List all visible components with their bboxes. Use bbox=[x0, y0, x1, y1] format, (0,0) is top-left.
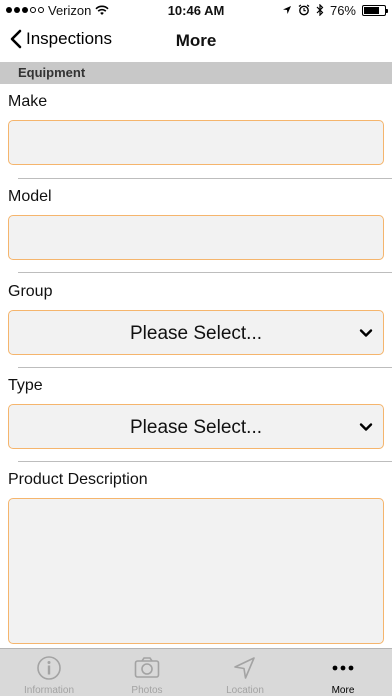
tab-bar: Information Photos Location More bbox=[0, 648, 392, 696]
tab-label: Location bbox=[226, 685, 264, 696]
divider bbox=[18, 178, 392, 179]
location-services-icon bbox=[282, 6, 291, 14]
tab-more[interactable]: More bbox=[294, 649, 392, 696]
back-button[interactable]: Inspections bbox=[10, 29, 112, 49]
chevron-left-icon bbox=[10, 29, 22, 49]
camera-icon bbox=[134, 657, 160, 678]
tab-label: Photos bbox=[131, 685, 163, 696]
status-right: 76% bbox=[236, 2, 388, 18]
location-arrow-icon bbox=[234, 657, 255, 679]
model-label: Model bbox=[8, 188, 52, 205]
make-input[interactable] bbox=[8, 120, 384, 165]
navigation-bar: Inspections More bbox=[0, 20, 392, 62]
status-time: 10:46 AM bbox=[167, 2, 225, 18]
group-select[interactable]: Please Select... bbox=[8, 310, 384, 355]
product-description-textarea[interactable] bbox=[8, 498, 384, 644]
tab-photos[interactable]: Photos bbox=[98, 649, 196, 696]
type-select[interactable]: Please Select... bbox=[8, 404, 384, 449]
carrier-name: Verizon bbox=[48, 2, 92, 18]
product-description-label: Product Description bbox=[8, 471, 148, 488]
chevron-down-icon bbox=[359, 423, 373, 431]
tab-label: Information bbox=[23, 685, 75, 696]
type-label: Type bbox=[8, 377, 43, 394]
wifi-icon bbox=[95, 5, 109, 15]
battery-percent: 76% bbox=[329, 2, 356, 18]
tab-information[interactable]: Information bbox=[0, 649, 98, 696]
signal-strength-icon bbox=[6, 7, 44, 13]
group-label: Group bbox=[8, 283, 53, 300]
group-select-value: Please Select... bbox=[129, 323, 263, 344]
status-left: Verizon bbox=[6, 3, 156, 18]
divider bbox=[18, 461, 392, 462]
bluetooth-icon bbox=[316, 4, 324, 16]
tab-location[interactable]: Location bbox=[196, 649, 294, 696]
model-input[interactable] bbox=[8, 215, 384, 260]
tab-label: More bbox=[331, 685, 355, 696]
make-label: Make bbox=[8, 93, 48, 110]
alarm-icon bbox=[298, 4, 310, 16]
divider bbox=[18, 272, 392, 273]
divider bbox=[18, 367, 392, 368]
more-dots-icon bbox=[332, 665, 354, 671]
status-bar: Verizon 10:46 AM 76% bbox=[0, 0, 392, 20]
section-header-equipment: Equipment bbox=[0, 62, 392, 84]
type-select-value: Please Select... bbox=[129, 417, 263, 438]
chevron-down-icon bbox=[359, 329, 373, 337]
battery-icon bbox=[362, 4, 388, 16]
info-icon bbox=[37, 656, 61, 680]
back-button-label: Inspections bbox=[26, 29, 112, 48]
